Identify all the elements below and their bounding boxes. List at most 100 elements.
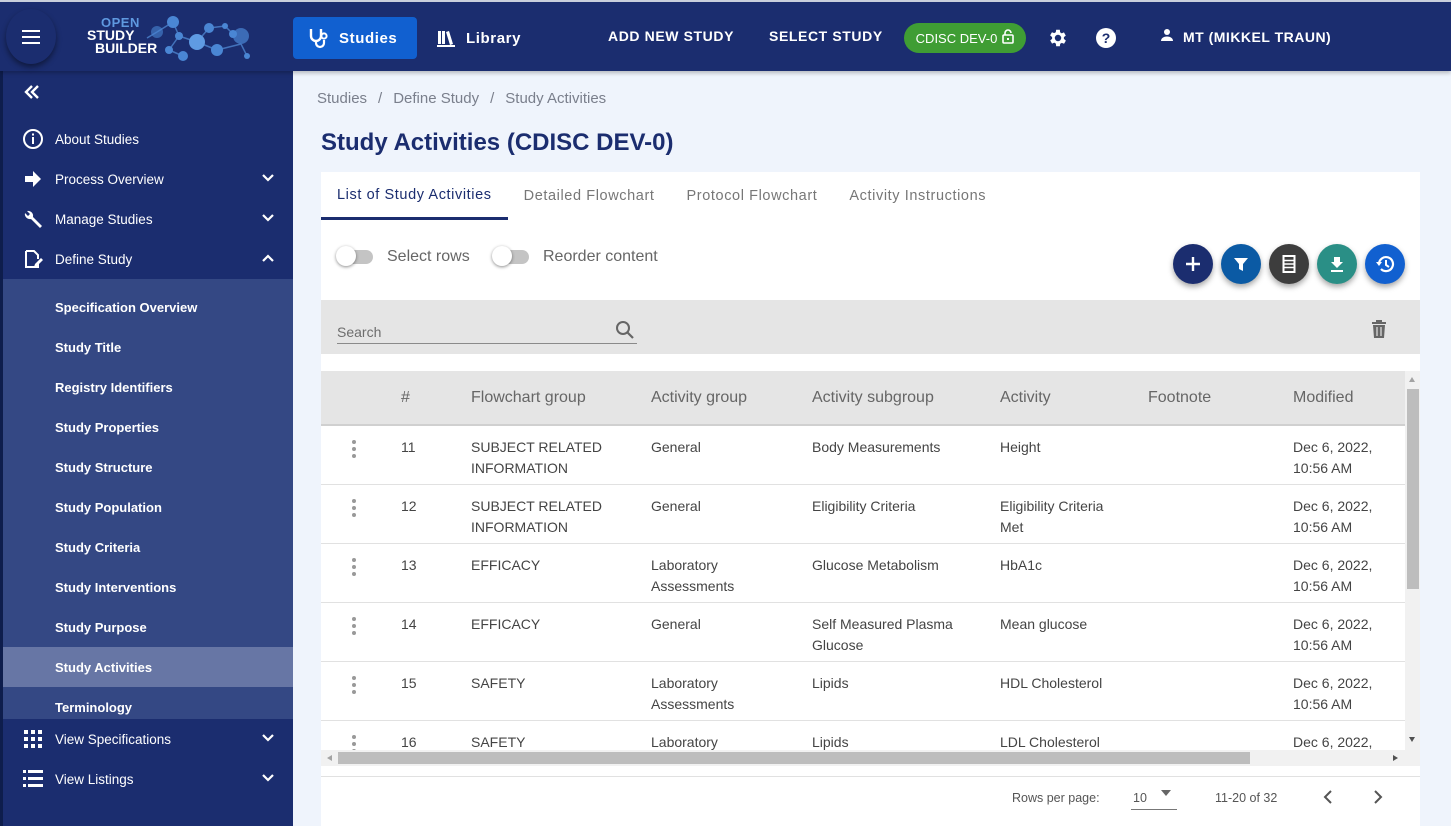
sidebar-item-registry-identifiers[interactable]: Registry Identifiers — [3, 367, 293, 407]
activity-group-cell: General — [651, 602, 812, 662]
column-header-activity[interactable]: Activity — [1000, 371, 1148, 426]
export-button[interactable] — [1317, 244, 1357, 284]
activity-subgroup-cell: Body Measurements — [812, 425, 1000, 485]
reorder-content-toggle[interactable]: Reorder content — [492, 246, 658, 266]
activity-cell: HbA1c — [1000, 543, 1148, 603]
sidebar-item-study-population[interactable]: Study Population — [3, 487, 293, 527]
person-icon — [1160, 28, 1174, 45]
row-actions-menu-icon[interactable] — [321, 673, 401, 694]
row-number: 14 — [401, 602, 471, 662]
row-number: 12 — [401, 484, 471, 544]
sidebar-item-about-studies[interactable]: About Studies — [3, 119, 293, 159]
nav-library-button[interactable]: Library — [422, 17, 542, 59]
view-column-icon — [1282, 255, 1296, 273]
scroll-left-arrow-icon[interactable] — [327, 755, 332, 761]
sidebar-item-process-overview[interactable]: Process Overview — [3, 159, 293, 199]
breadcrumb-separator: / — [490, 90, 495, 107]
activity-group-cell: Laboratory Assessments — [651, 543, 812, 603]
flowchart-group-cell: EFFICACY — [471, 543, 651, 603]
vertical-scrollbar[interactable] — [1405, 371, 1420, 751]
settings-gear-icon[interactable] — [1046, 26, 1070, 50]
breadcrumb-studies[interactable]: Studies — [317, 90, 367, 107]
modified-cell: Dec 6, 2022, 10:56 AM — [1293, 543, 1405, 603]
breadcrumb-define-study[interactable]: Define Study — [393, 90, 479, 107]
history-button[interactable] — [1365, 244, 1405, 284]
sidebar-item-view-specifications[interactable]: View Specifications — [3, 719, 293, 759]
scroll-right-arrow-icon[interactable] — [1393, 755, 1398, 761]
selected-study-badge[interactable]: CDISC DEV-0 — [904, 23, 1026, 53]
activity-group-cell: General — [651, 484, 812, 544]
column-header-activity-subgroup[interactable]: Activity subgroup — [812, 371, 1000, 426]
info-icon — [21, 127, 45, 151]
footnote-cell — [1148, 425, 1293, 485]
molecule-icon — [146, 16, 250, 61]
column-header-footnote[interactable]: Footnote — [1148, 371, 1293, 426]
search-field — [337, 314, 637, 344]
open-study-builder-logo[interactable]: OPEN STUDY BUILDER — [85, 16, 260, 62]
table-toolbar — [321, 300, 1420, 354]
table-row[interactable]: 15 SAFETY Laboratory Assessments Lipids HDL … — [321, 661, 1405, 721]
sidebar-item-manage-studies[interactable]: Manage Studies — [3, 199, 293, 239]
sidebar-item-study-criteria[interactable]: Study Criteria — [3, 527, 293, 567]
column-header-modified[interactable]: Modified — [1293, 371, 1405, 426]
column-header-activity-group[interactable]: Activity group — [651, 371, 812, 426]
row-actions-cell — [321, 543, 401, 603]
scroll-up-arrow-icon[interactable] — [1409, 377, 1415, 382]
columns-button[interactable] — [1269, 244, 1309, 284]
row-actions-menu-icon[interactable] — [321, 555, 401, 576]
delete-icon[interactable] — [1371, 320, 1387, 343]
sidebar-item-specification-overview[interactable]: Specification Overview — [3, 287, 293, 327]
sidebar: About Studies Process Overview Manage St… — [0, 71, 293, 826]
modified-cell: Dec 6, 2022, 10:56 AM — [1293, 661, 1405, 721]
tab-detailed-flowchart[interactable]: Detailed Flowchart — [508, 172, 671, 220]
sidebar-item-study-activities[interactable]: Study Activities — [3, 647, 293, 687]
modified-cell: Dec 6, 2022, 10:56 AM — [1293, 425, 1405, 485]
row-actions-menu-icon[interactable] — [321, 496, 401, 517]
help-icon[interactable]: ? — [1094, 26, 1118, 50]
activity-subgroup-cell: Eligibility Criteria — [812, 484, 1000, 544]
grid-icon — [21, 727, 45, 751]
horizontal-scrollbar[interactable] — [321, 750, 1420, 766]
collapse-sidebar-button[interactable] — [23, 81, 47, 105]
chevron-down-icon — [261, 171, 275, 186]
tab-activity-instructions[interactable]: Activity Instructions — [833, 172, 1002, 220]
column-header-flowchart-group[interactable]: Flowchart group — [471, 371, 651, 426]
main-menu-button[interactable] — [6, 9, 56, 64]
column-header-number[interactable]: # — [401, 371, 471, 426]
row-actions-menu-icon[interactable] — [321, 437, 401, 458]
top-app-bar: OPEN STUDY BUILDER Studies Library ADD N… — [0, 0, 1451, 71]
content-card: List of Study Activities Detailed Flowch… — [321, 172, 1420, 826]
sidebar-item-study-title[interactable]: Study Title — [3, 327, 293, 367]
table-row[interactable]: 11 SUBJECT RELATED INFORMATION General Body… — [321, 425, 1405, 485]
sidebar-item-study-structure[interactable]: Study Structure — [3, 447, 293, 487]
tab-list-of-study-activities[interactable]: List of Study Activities — [321, 172, 508, 220]
previous-page-button[interactable] — [1316, 785, 1340, 809]
double-chevron-left-icon — [24, 85, 39, 99]
tab-protocol-flowchart[interactable]: Protocol Flowchart — [671, 172, 834, 220]
sidebar-item-study-interventions[interactable]: Study Interventions — [3, 567, 293, 607]
add-activity-button[interactable] — [1173, 244, 1213, 284]
define-study-submenu: Specification Overview Study Title Regis… — [3, 279, 293, 719]
scroll-down-arrow-icon[interactable] — [1409, 737, 1415, 742]
horizontal-scrollbar-thumb[interactable] — [338, 752, 1250, 764]
filter-button[interactable] — [1221, 244, 1261, 284]
user-menu[interactable]: MT (MIKKEL TRAUN) — [1160, 28, 1331, 45]
next-page-button[interactable] — [1366, 785, 1390, 809]
breadcrumb-separator: / — [378, 90, 383, 107]
sidebar-item-study-purpose[interactable]: Study Purpose — [3, 607, 293, 647]
sidebar-item-study-properties[interactable]: Study Properties — [3, 407, 293, 447]
vertical-scrollbar-thumb[interactable] — [1407, 389, 1419, 589]
select-rows-toggle[interactable]: Select rows — [336, 246, 470, 266]
sidebar-item-view-listings[interactable]: View Listings — [3, 759, 293, 799]
select-study-link[interactable]: SELECT STUDY — [769, 28, 883, 44]
sidebar-item-define-study[interactable]: Define Study — [3, 239, 293, 279]
search-icon[interactable] — [615, 320, 635, 345]
add-new-study-link[interactable]: ADD NEW STUDY — [608, 28, 734, 44]
nav-studies-button[interactable]: Studies — [293, 17, 417, 59]
row-actions-menu-icon[interactable] — [321, 614, 401, 635]
table-row[interactable]: 13 EFFICACY Laboratory Assessments Glucose … — [321, 543, 1405, 603]
table-row[interactable]: 12 SUBJECT RELATED INFORMATION General Elig… — [321, 484, 1405, 544]
rows-per-page-select[interactable]: 10 — [1131, 783, 1177, 810]
search-input[interactable] — [337, 314, 607, 342]
table-row[interactable]: 14 EFFICACY General Self Measured Plasma Gl… — [321, 602, 1405, 662]
